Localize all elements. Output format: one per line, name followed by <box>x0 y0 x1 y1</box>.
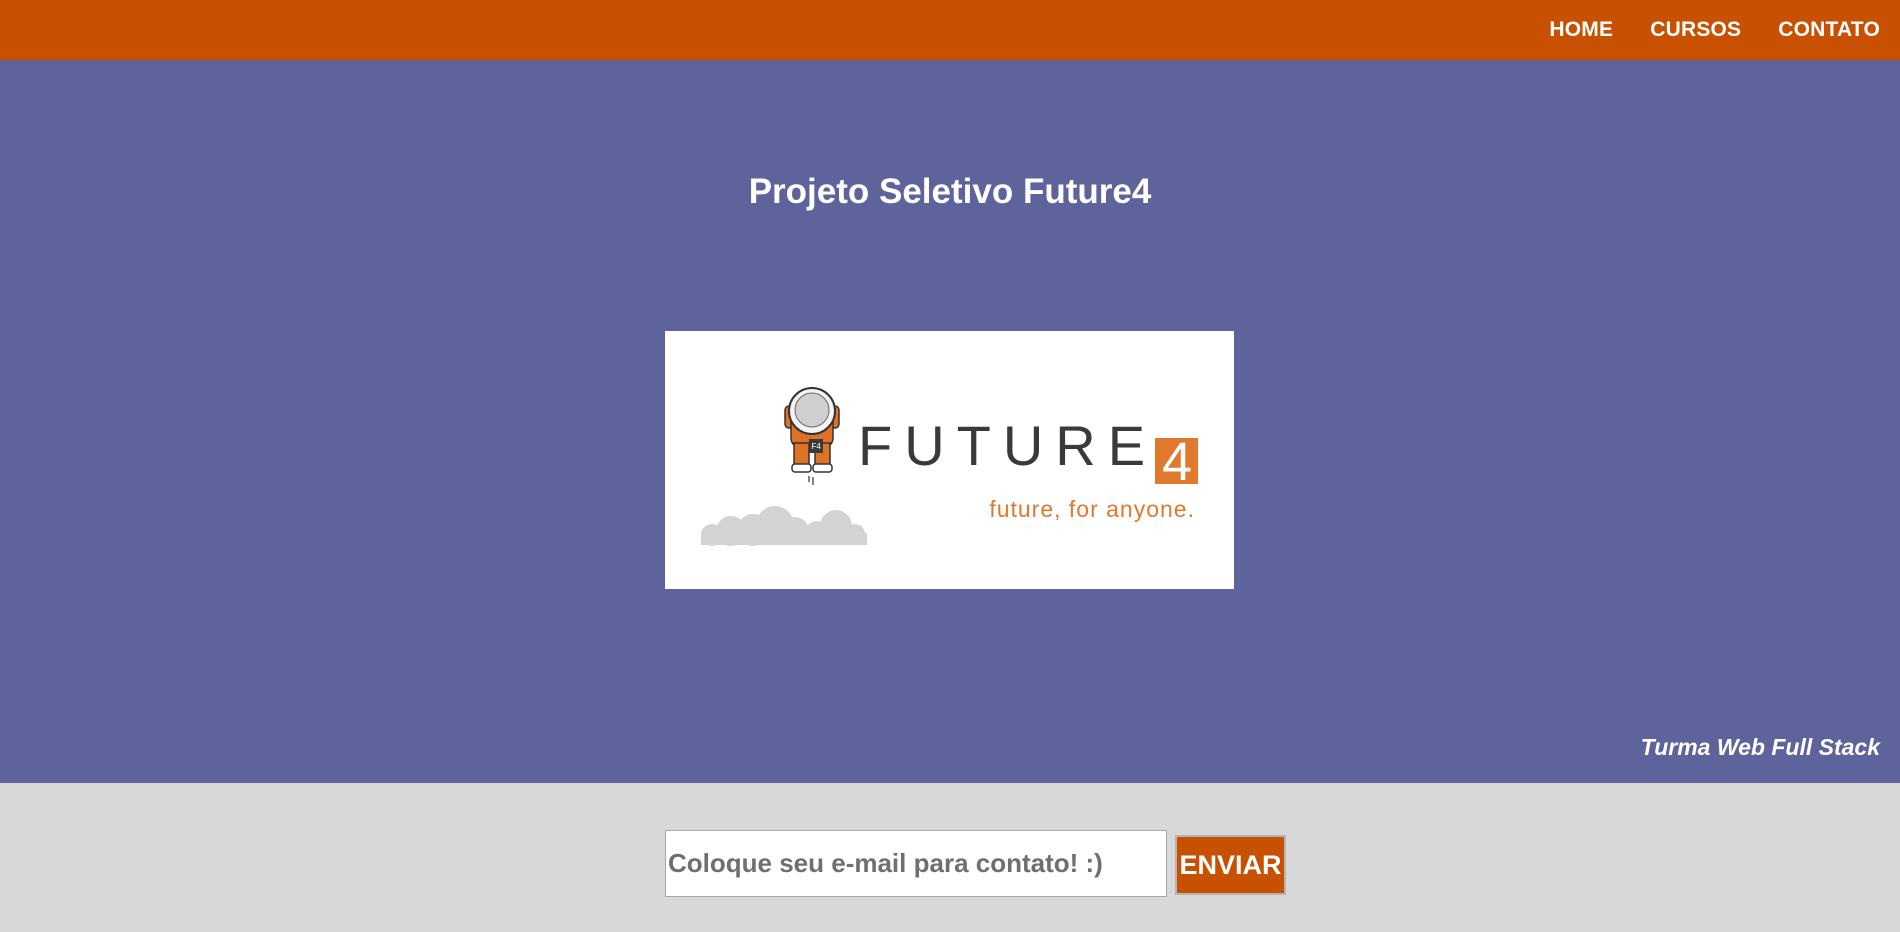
contact-footer: ENVIAR <box>0 783 1900 932</box>
logo-wordmark: FUTURE <box>858 414 1157 477</box>
astronaut-graphic: F4 <box>784 387 840 485</box>
astronaut-patch-text: F4 <box>811 442 821 451</box>
page-title: Projeto Seletivo Future4 <box>748 172 1152 211</box>
email-field[interactable] <box>665 830 1167 897</box>
tagline: Turma Web Full Stack <box>1640 734 1880 760</box>
logo-slogan: future, for anyone. <box>989 496 1195 522</box>
send-button[interactable]: ENVIAR <box>1175 835 1286 895</box>
main-nav: HOME CURSOS CONTATO <box>1549 0 1880 60</box>
logo-digit: 4 <box>1162 432 1192 492</box>
clouds-graphic <box>701 506 867 546</box>
future4-logo: F4 FUTURE 4 future, for anyone. <box>665 331 1234 589</box>
top-navbar: HOME CURSOS CONTATO <box>0 0 1900 60</box>
hero-section: Projeto Seletivo Future4 F4 FUTURE 4 fut… <box>0 60 1900 783</box>
nav-link-cursos[interactable]: CURSOS <box>1650 18 1741 42</box>
future4-logo-graphic: F4 FUTURE 4 future, for anyone. <box>701 387 1198 546</box>
nav-link-home[interactable]: HOME <box>1549 18 1613 42</box>
nav-link-contato[interactable]: CONTATO <box>1778 18 1880 42</box>
